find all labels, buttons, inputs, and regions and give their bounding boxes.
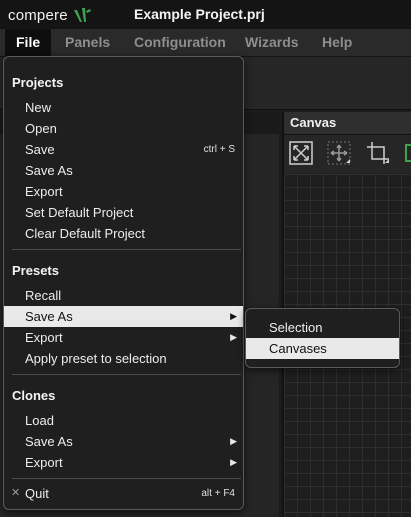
move-icon[interactable] (327, 141, 351, 165)
shortcut-label: alt + F4 (201, 488, 235, 499)
menu-item-apply-preset[interactable]: Apply preset to selection (4, 348, 243, 369)
menu-item-label: Save As (25, 163, 73, 178)
section-title-presets: Presets (12, 263, 59, 278)
title-bar: compere Example Project.prj (0, 0, 411, 29)
menu-wizards[interactable]: Wizards (234, 29, 310, 56)
logo-text: compere (8, 6, 68, 24)
menu-item-label: Apply preset to selection (25, 351, 167, 366)
fit-view-icon[interactable] (289, 141, 313, 165)
close-icon: ✕ (11, 487, 21, 499)
menu-item-label: New (25, 100, 52, 115)
submenu-arrow-icon: ▶ (230, 457, 237, 467)
menu-item-label: Save As (25, 434, 73, 449)
menu-item-export-clone[interactable]: Export ▶ (4, 452, 243, 473)
window-title: Example Project.prj (134, 6, 265, 22)
menu-divider (12, 374, 241, 375)
menu-divider (12, 478, 241, 479)
canvas-header: Canvas (284, 112, 411, 135)
menu-file[interactable]: File (5, 29, 52, 56)
menu-item-label: Save As (25, 309, 73, 324)
menu-item-quit[interactable]: ✕ Quit alt + F4 (4, 483, 243, 504)
menu-item-clear-default-project[interactable]: Clear Default Project (4, 223, 243, 244)
menu-item-label: Export (25, 330, 63, 345)
green-tool-icon[interactable] (404, 141, 411, 165)
menu-item-label: Quit (25, 486, 49, 501)
menu-item-label: Recall (25, 288, 62, 303)
file-menu-dropdown: Projects New Open Save ctrl + S Save As E… (3, 56, 244, 510)
menu-item-label: Export (25, 184, 63, 199)
preset-save-as-submenu: Selection Canvases (245, 308, 400, 368)
menu-item-set-default-project[interactable]: Set Default Project (4, 202, 243, 223)
menu-item-export-preset[interactable]: Export ▶ (4, 327, 243, 348)
menu-item-new-project[interactable]: New (4, 97, 243, 118)
submenu-item-label: Canvases (269, 341, 327, 356)
crop-icon[interactable] (366, 141, 390, 165)
menu-divider (12, 249, 241, 250)
menu-item-save-as-clone[interactable]: Save As ▶ (4, 431, 243, 452)
section-title-projects: Projects (12, 75, 64, 90)
menu-help[interactable]: Help (311, 29, 363, 56)
menu-item-label: Save (25, 142, 55, 157)
menu-item-label: Clear Default Project (25, 226, 145, 241)
submenu-arrow-icon: ▶ (230, 311, 237, 321)
menu-item-label: Load (25, 413, 54, 428)
menu-item-label: Set Default Project (25, 205, 134, 220)
menu-configuration[interactable]: Configuration (123, 29, 237, 56)
submenu-item-canvases[interactable]: Canvases (246, 338, 399, 359)
section-title-clones: Clones (12, 388, 56, 403)
menu-item-open-project[interactable]: Open (4, 118, 243, 139)
submenu-item-label: Selection (269, 320, 323, 335)
submenu-arrow-icon: ▶ (230, 436, 237, 446)
menu-panels[interactable]: Panels (54, 29, 121, 56)
menu-item-save-project[interactable]: Save ctrl + S (4, 139, 243, 160)
menu-item-label: Export (25, 455, 63, 470)
app-logo: compere (8, 6, 93, 24)
logo-mark-icon (73, 8, 91, 22)
menu-item-label: Open (25, 121, 57, 136)
submenu-item-selection[interactable]: Selection (246, 317, 399, 338)
menu-item-load-clone[interactable]: Load (4, 410, 243, 431)
menu-item-export-project[interactable]: Export (4, 181, 243, 202)
canvas-title: Canvas (290, 115, 337, 130)
menu-item-save-as-preset[interactable]: Save As ▶ (4, 306, 243, 327)
submenu-arrow-icon: ▶ (230, 332, 237, 342)
shortcut-label: ctrl + S (203, 144, 235, 155)
canvas-toolbar (284, 135, 411, 173)
menu-item-recall-preset[interactable]: Recall (4, 285, 243, 306)
menu-item-save-as-project[interactable]: Save As (4, 160, 243, 181)
menu-bar: File Panels Configuration Wizards Help (0, 29, 411, 57)
